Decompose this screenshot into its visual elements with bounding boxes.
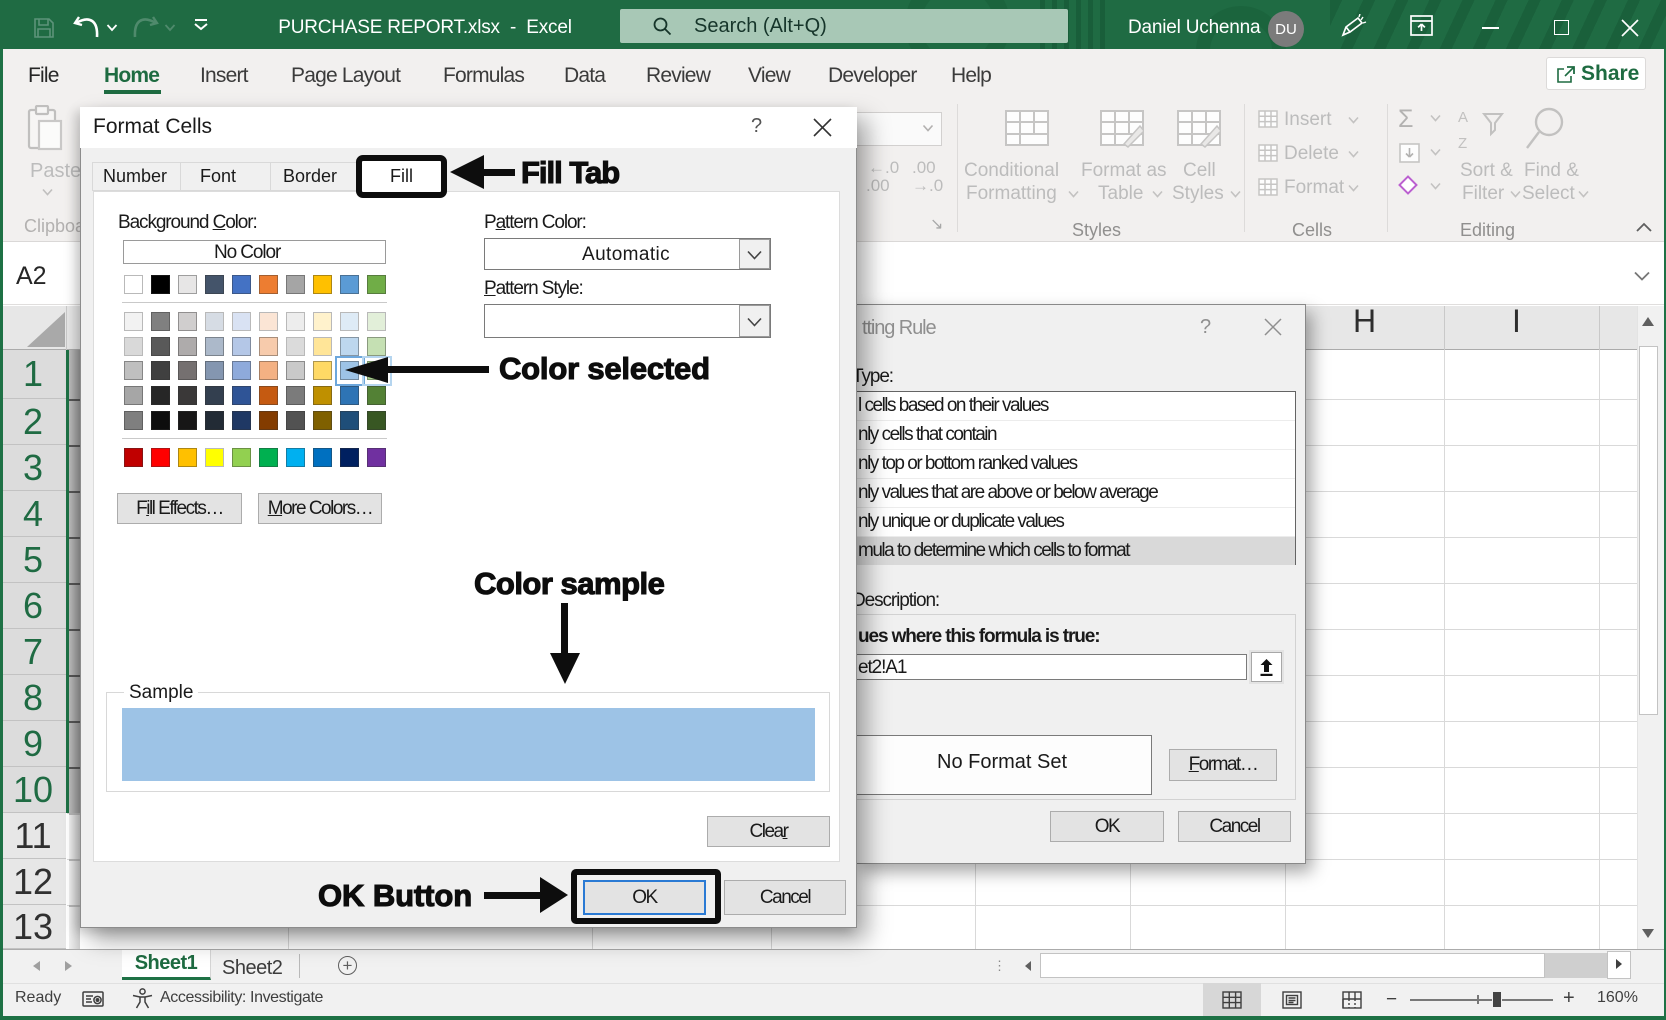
- svg-text:A: A: [1458, 109, 1468, 126]
- svg-text:Z: Z: [1458, 135, 1467, 152]
